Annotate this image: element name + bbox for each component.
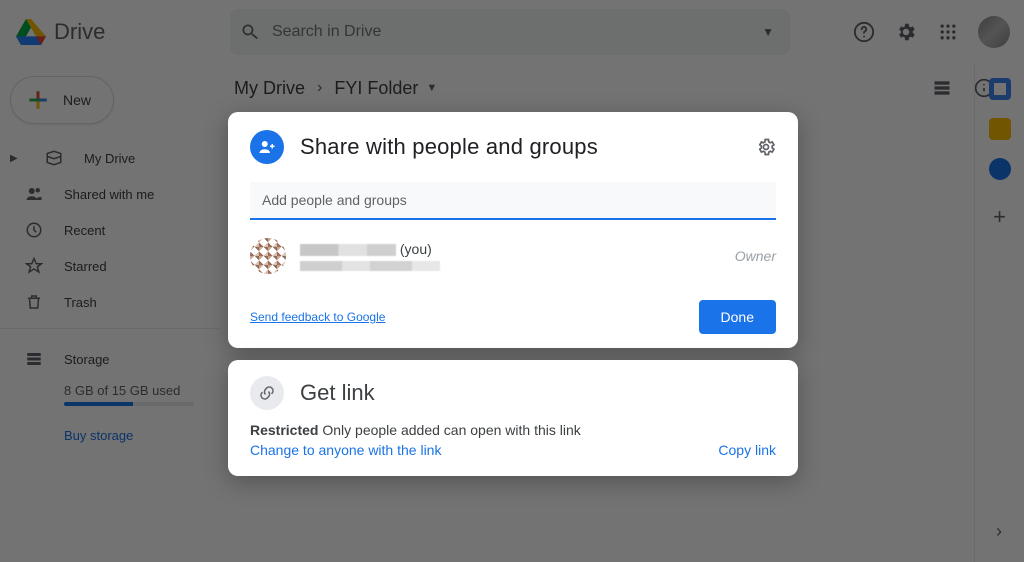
user-avatar xyxy=(250,238,286,274)
share-settings-icon[interactable] xyxy=(756,137,776,157)
link-description: Only people added can open with this lin… xyxy=(322,422,580,438)
link-restriction: Restricted xyxy=(250,422,318,438)
user-role-label: Owner xyxy=(735,248,776,264)
copy-link-button[interactable]: Copy link xyxy=(718,442,776,458)
person-add-icon xyxy=(250,130,284,164)
redacted-name xyxy=(300,244,396,256)
share-user-row: (you) Owner xyxy=(250,238,776,274)
share-dialog: Share with people and groups (you) Owne xyxy=(228,112,798,348)
redacted-email xyxy=(300,261,440,271)
add-people-input[interactable] xyxy=(250,182,776,218)
you-suffix: (you) xyxy=(400,241,432,257)
share-dialog-title: Share with people and groups xyxy=(300,134,598,160)
link-icon xyxy=(250,376,284,410)
get-link-title: Get link xyxy=(300,380,375,406)
change-link-access[interactable]: Change to anyone with the link xyxy=(250,442,776,458)
get-link-dialog: Get link Restricted Only people added ca… xyxy=(228,360,798,476)
send-feedback-link[interactable]: Send feedback to Google xyxy=(250,310,385,324)
done-button[interactable]: Done xyxy=(699,300,776,334)
